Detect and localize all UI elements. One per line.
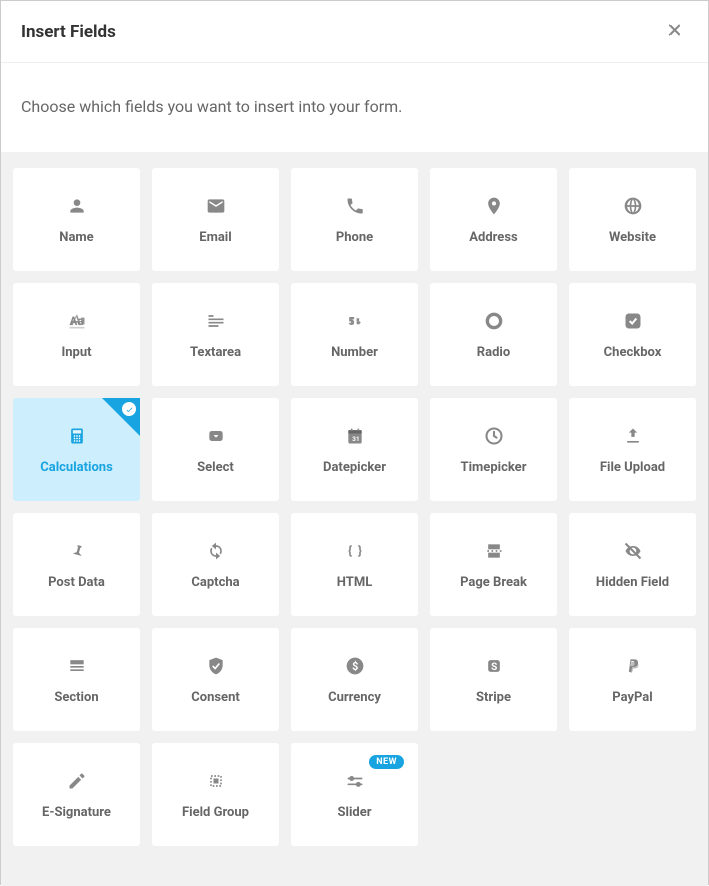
field-tile-name[interactable]: Name — [13, 168, 140, 271]
field-tile-checkbox[interactable]: Checkbox — [569, 283, 696, 386]
field-tile-paypal[interactable]: PayPal — [569, 628, 696, 731]
tile-label: Timepicker — [461, 460, 527, 475]
tile-label: Select — [197, 460, 234, 475]
dollar-icon — [343, 654, 367, 678]
field-tile-address[interactable]: Address — [430, 168, 557, 271]
field-tile-consent[interactable]: Consent — [152, 628, 279, 731]
field-tile-timepicker[interactable]: Timepicker — [430, 398, 557, 501]
tile-label: Post Data — [48, 575, 105, 590]
field-tile-currency[interactable]: Currency — [291, 628, 418, 731]
field-tile-input[interactable]: Input — [13, 283, 140, 386]
field-tile-esignature[interactable]: E-Signature — [13, 743, 140, 846]
globe-icon — [621, 194, 645, 218]
field-tile-slider[interactable]: NEW Slider — [291, 743, 418, 846]
braces-icon — [343, 539, 367, 563]
field-tile-stripe[interactable]: Stripe — [430, 628, 557, 731]
stripe-icon — [482, 654, 506, 678]
radio-icon — [482, 309, 506, 333]
fields-grid: Name Email Phone Address Website Input Textare… — [13, 168, 696, 846]
tile-label: Checkbox — [604, 345, 662, 360]
mail-icon — [204, 194, 228, 218]
refresh-icon — [204, 539, 228, 563]
tile-label: Phone — [336, 230, 373, 245]
field-tile-fileupload[interactable]: File Upload — [569, 398, 696, 501]
calendar-icon — [343, 424, 367, 448]
tile-label: Textarea — [190, 345, 241, 360]
field-tile-fieldgroup[interactable]: Field Group — [152, 743, 279, 846]
tile-label: Section — [54, 690, 98, 705]
clock-icon — [482, 424, 506, 448]
field-tile-hiddenfield[interactable]: Hidden Field — [569, 513, 696, 616]
field-tile-html[interactable]: HTML — [291, 513, 418, 616]
pushpin-icon — [65, 539, 89, 563]
tile-label: Captcha — [191, 575, 239, 590]
tile-label: Datepicker — [323, 460, 386, 475]
field-tile-number[interactable]: Number — [291, 283, 418, 386]
tile-label: PayPal — [612, 690, 652, 705]
dropdown-icon — [204, 424, 228, 448]
phone-icon — [343, 194, 367, 218]
tile-label: Page Break — [460, 575, 527, 590]
tile-label: E-Signature — [42, 805, 111, 820]
tile-label: Field Group — [182, 805, 249, 820]
dialog-header: Insert Fields — [1, 1, 708, 63]
tile-label: Radio — [477, 345, 510, 360]
tile-label: Name — [59, 230, 93, 245]
pencil-icon — [65, 769, 89, 793]
intro-section: Choose which fields you want to insert i… — [1, 63, 708, 152]
close-icon — [666, 21, 684, 39]
field-tile-select[interactable]: Select — [152, 398, 279, 501]
dialog-title: Insert Fields — [21, 22, 116, 42]
new-badge: NEW — [369, 755, 404, 769]
tile-label: Website — [609, 230, 656, 245]
slider-icon — [343, 769, 367, 793]
field-tile-phone[interactable]: Phone — [291, 168, 418, 271]
tile-label: HTML — [337, 575, 372, 590]
section-icon — [65, 654, 89, 678]
tile-label: Input — [61, 345, 91, 360]
field-tile-textarea[interactable]: Textarea — [152, 283, 279, 386]
field-tile-captcha[interactable]: Captcha — [152, 513, 279, 616]
tile-label: Calculations — [40, 460, 113, 475]
upload-icon — [621, 424, 645, 448]
tile-label: Currency — [328, 690, 381, 705]
field-tile-section[interactable]: Section — [13, 628, 140, 731]
tile-label: Slider — [338, 805, 372, 820]
user-icon — [65, 194, 89, 218]
selected-check-icon — [122, 402, 136, 416]
tile-label: Stripe — [476, 690, 511, 705]
tile-label: Number — [331, 345, 378, 360]
tile-label: Email — [199, 230, 231, 245]
group-icon — [204, 769, 228, 793]
field-tile-postdata[interactable]: Post Data — [13, 513, 140, 616]
number-icon — [343, 309, 367, 333]
tile-label: Consent — [191, 690, 240, 705]
tile-label: File Upload — [600, 460, 665, 475]
field-tile-pagebreak[interactable]: Page Break — [430, 513, 557, 616]
intro-text: Choose which fields you want to insert i… — [21, 97, 688, 116]
tile-label: Address — [469, 230, 517, 245]
checkbox-icon — [621, 309, 645, 333]
paragraph-icon — [204, 309, 228, 333]
field-tile-email[interactable]: Email — [152, 168, 279, 271]
field-tile-datepicker[interactable]: Datepicker — [291, 398, 418, 501]
typeface-icon — [65, 309, 89, 333]
pagebreak-icon — [482, 539, 506, 563]
pin-icon — [482, 194, 506, 218]
field-tile-website[interactable]: Website — [569, 168, 696, 271]
shield-icon — [204, 654, 228, 678]
tile-label: Hidden Field — [596, 575, 669, 590]
paypal-icon — [621, 654, 645, 678]
fields-panel: Name Email Phone Address Website Input Textare… — [1, 152, 708, 886]
close-button[interactable] — [662, 17, 688, 46]
field-tile-radio[interactable]: Radio — [430, 283, 557, 386]
eye-off-icon — [621, 539, 645, 563]
calculator-icon — [65, 424, 89, 448]
field-tile-calculations[interactable]: Calculations — [13, 398, 140, 501]
